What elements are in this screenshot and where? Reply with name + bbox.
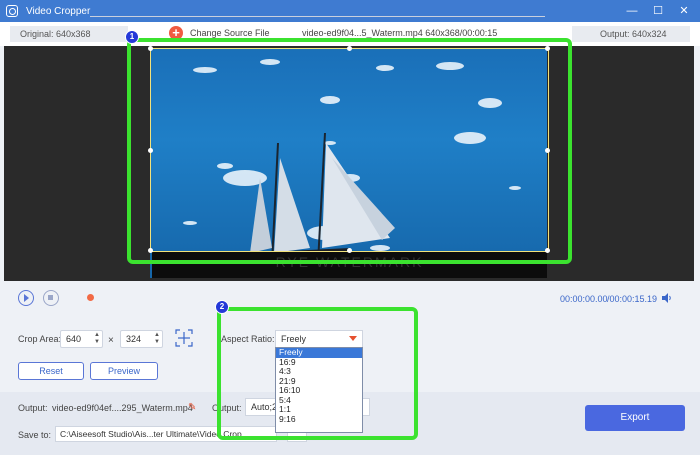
edit-filename-icon[interactable]: ✎: [188, 402, 196, 413]
stop-icon: [48, 295, 53, 300]
change-source-file-button[interactable]: Change Source File: [190, 28, 270, 38]
timeline-playhead[interactable]: [87, 294, 94, 301]
highlight-box-1: [127, 38, 572, 264]
original-size-label: Original: 640x368: [10, 26, 128, 42]
timeline-track[interactable]: [90, 16, 545, 17]
multiply-sign: ×: [108, 335, 114, 346]
crop-height-stepper[interactable]: 324 ▲ ▼: [120, 330, 163, 348]
center-crop-icon[interactable]: [174, 328, 194, 348]
preview-button[interactable]: Preview: [90, 362, 158, 380]
volume-icon[interactable]: [661, 292, 673, 304]
play-icon: [24, 294, 29, 302]
export-button[interactable]: Export: [585, 405, 685, 431]
output-filename: video-ed9f04ef....295_Waterm.mp4: [52, 403, 193, 413]
highlight-box-2: [217, 307, 418, 440]
output-label: Output:: [18, 403, 48, 413]
crop-area-label: Crop Area:: [18, 334, 62, 344]
stepper-arrows-icon[interactable]: ▲ ▼: [94, 332, 100, 346]
step-badge-2: 2: [215, 300, 229, 314]
title-bar: Video Cropper — ☐ ✕: [0, 0, 700, 22]
step-badge-1: 1: [125, 30, 139, 44]
reset-button[interactable]: Reset: [18, 362, 84, 380]
stop-button[interactable]: [43, 290, 59, 306]
minimize-button[interactable]: —: [624, 3, 640, 19]
current-time: 00:00:00.00: [560, 294, 608, 304]
crop-width-value: 640: [66, 334, 82, 344]
app-logo-icon: [6, 5, 18, 17]
crop-height-value: 324: [126, 334, 142, 344]
maximize-button[interactable]: ☐: [650, 3, 666, 19]
total-time: /00:00:15.19: [607, 294, 658, 304]
stepper-arrows-icon[interactable]: ▲ ▼: [154, 332, 160, 346]
crop-width-stepper[interactable]: 640 ▲ ▼: [60, 330, 103, 348]
window-title: Video Cropper: [26, 5, 91, 17]
output-size-label: Output: 640x324: [572, 26, 690, 42]
play-button[interactable]: [18, 290, 34, 306]
close-button[interactable]: ✕: [676, 3, 692, 19]
save-to-label: Save to:: [18, 430, 52, 440]
source-file-info: video-ed9f04...5_Waterm.mp4 640x368/00:0…: [302, 28, 498, 38]
